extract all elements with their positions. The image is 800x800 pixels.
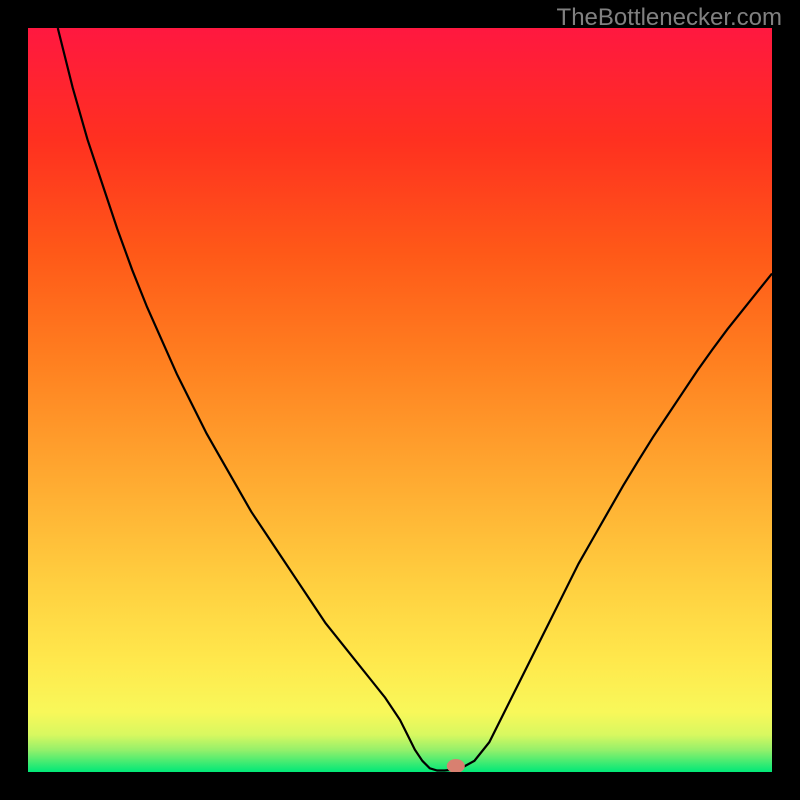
chart-svg [28, 28, 772, 772]
chart-container: TheBottlenecker.com [0, 0, 800, 800]
plot-area [28, 28, 772, 772]
gradient-background [28, 28, 772, 772]
watermark-text: TheBottlenecker.com [557, 4, 782, 32]
